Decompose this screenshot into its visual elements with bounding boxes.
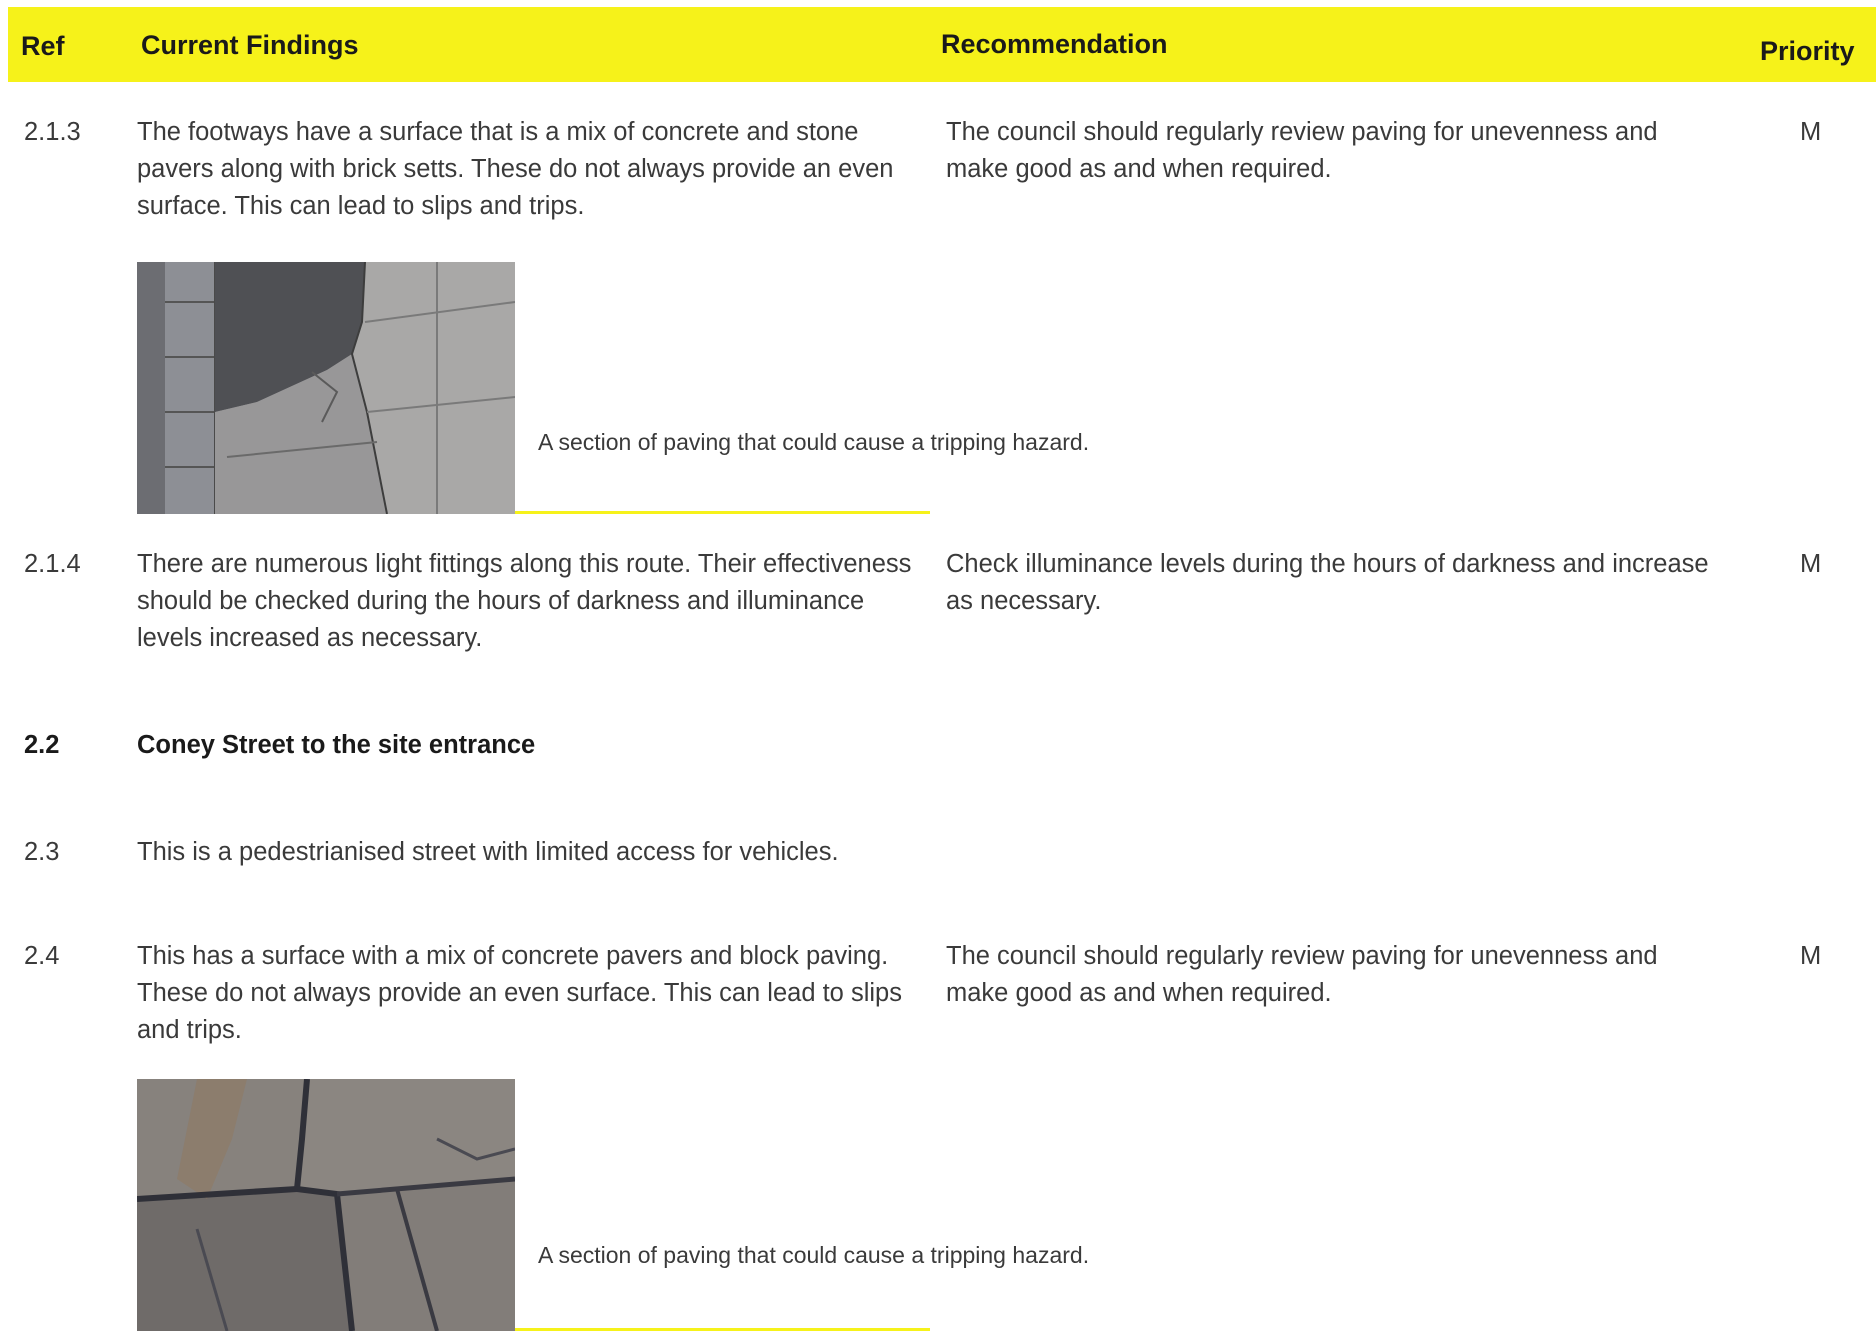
header-ref: Ref [21,31,65,61]
photo-caption: A section of paving that could cause a t… [538,429,1090,455]
row-findings: The footways have a surface that is a mi… [137,118,894,220]
header-recommendation: Recommendation [941,29,1168,59]
row-priority: M [1800,550,1822,578]
row-priority: M [1800,942,1822,970]
section-title: Coney Street to the site entrance [137,731,536,759]
row-ref: 2.1.4 [24,550,81,578]
table-header: Ref Current Findings Recommendation Prio… [8,7,1876,82]
row-recommendation: Check illuminance levels during the hour… [946,550,1709,615]
header-priority: Priority [1760,36,1855,66]
paving-photo [137,262,515,514]
row-ref: 2.4 [24,942,60,970]
header-current-findings: Current Findings [141,30,359,60]
section-ref: 2.2 [24,731,60,759]
row-recommendation: The council should regularly review pavi… [946,942,1658,1007]
row-priority: M [1800,118,1822,146]
paving-photo [137,1079,515,1331]
row-ref: 2.3 [24,838,60,866]
caption-underline [515,511,930,514]
row-recommendation: The council should regularly review pavi… [946,118,1658,183]
caption-underline [515,1328,930,1331]
row-findings: This is a pedestrianised street with lim… [137,838,839,866]
row-findings: There are numerous light fittings along … [137,550,912,652]
row-ref: 2.1.3 [24,118,81,146]
photo-caption: A section of paving that could cause a t… [538,1242,1090,1268]
row-findings: This has a surface with a mix of concret… [137,942,902,1044]
